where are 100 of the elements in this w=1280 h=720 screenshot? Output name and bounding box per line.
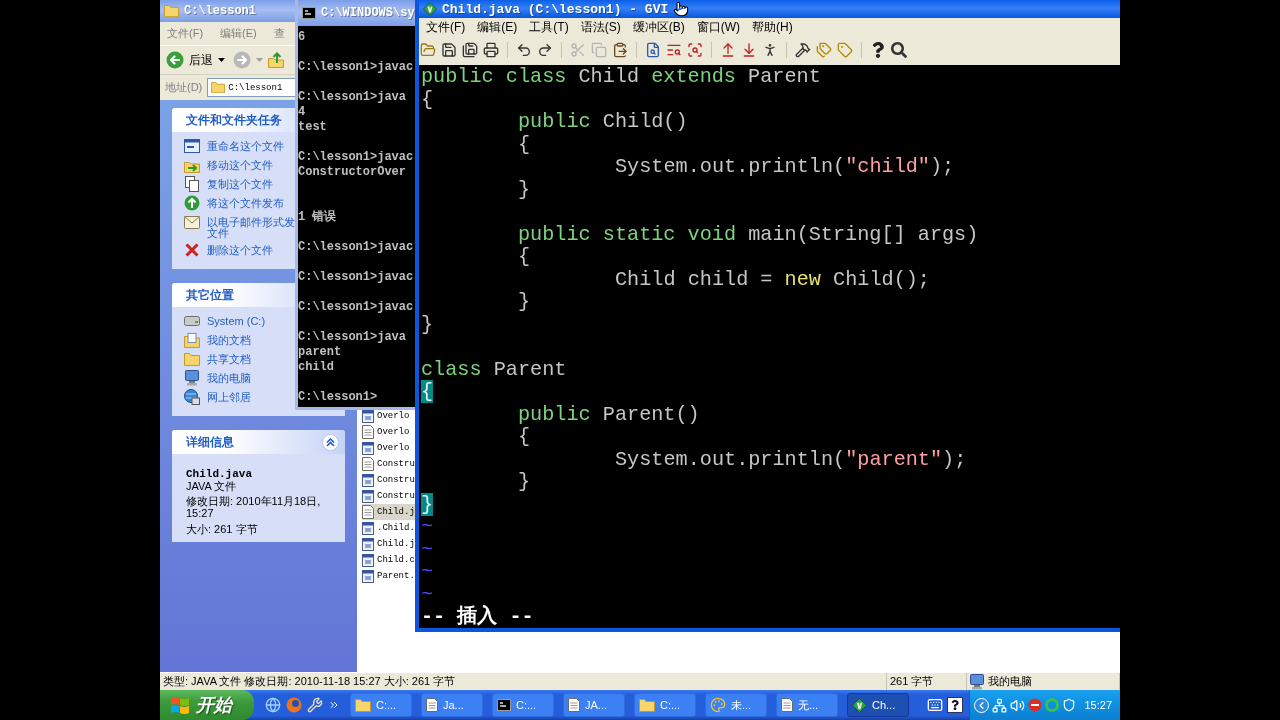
folder-icon [355, 698, 371, 712]
help-icon[interactable] [947, 697, 963, 713]
task-link[interactable]: 我的文档 [184, 330, 251, 349]
scan-search-icon[interactable] [687, 41, 703, 58]
panel-title: 文件和文件夹任务 [186, 111, 282, 129]
code-line: class Parent [421, 358, 567, 381]
console-line: ConstructorOver [298, 165, 407, 180]
file-item[interactable]: Parent. [362, 568, 416, 584]
wrench-icon[interactable] [307, 697, 323, 713]
file-item[interactable]: Overlo [362, 408, 411, 424]
network-icon[interactable] [992, 697, 1007, 713]
task-link[interactable]: System (C:) [184, 311, 266, 330]
search-icon[interactable] [891, 41, 907, 58]
console-line: parent [298, 345, 342, 360]
keyboard-icon[interactable] [927, 697, 943, 713]
tilde-marker: ~ [421, 538, 434, 561]
console-line: 4 [298, 105, 306, 120]
code-line: { [518, 426, 531, 449]
chevrons-right-icon[interactable] [328, 699, 340, 711]
taskbar-button[interactable]: C:... [492, 693, 554, 717]
task-link[interactable]: 复制这个文件 [184, 174, 273, 193]
menu-item[interactable]: 查 [273, 26, 285, 41]
task-link[interactable]: 移动这个文件 [184, 155, 273, 174]
code-line: { [518, 133, 531, 156]
file-item[interactable]: .Child. [362, 520, 416, 536]
folder-up-icon[interactable] [268, 52, 284, 68]
task-link[interactable]: 共享文档 [184, 349, 251, 368]
file-item[interactable]: Child.c [362, 552, 416, 568]
caret-icon [256, 58, 263, 62]
app-window-icon [362, 553, 374, 567]
task-link[interactable]: 网上邻居 [184, 387, 251, 406]
address-label: 地址(D) [165, 80, 203, 95]
console-line: 1 错误 [298, 210, 337, 225]
tag-icon[interactable] [837, 41, 853, 58]
start-button[interactable]: 开始 [160, 690, 254, 720]
help-icon[interactable] [870, 41, 886, 58]
file-item[interactable]: Child.j [362, 536, 416, 552]
menu-item[interactable]: 语法(S) [580, 19, 621, 36]
undo-icon[interactable] [516, 41, 532, 58]
file-search-icon[interactable] [645, 41, 661, 58]
menu-item[interactable]: 帮助(H) [752, 19, 793, 36]
up-arrow-disc-icon [184, 195, 200, 211]
menu-item[interactable]: 窗口(W) [696, 19, 740, 36]
menu-item[interactable]: 编辑(E) [477, 19, 518, 36]
console-line: 6 [298, 30, 306, 45]
taskbar-button[interactable]: 未... [705, 693, 767, 717]
back-button[interactable]: 后退 [163, 48, 228, 72]
task-link[interactable]: 以电子邮件形式发文件 [184, 212, 297, 240]
taskbar-button[interactable]: C:... [350, 693, 412, 717]
shield-icon[interactable] [1062, 698, 1076, 712]
address-field[interactable]: C:\lesson1 [207, 78, 295, 97]
globe-icon[interactable] [265, 697, 281, 713]
taskbar-button[interactable]: Ch... [847, 693, 909, 717]
taskbar-button[interactable]: JA... [563, 693, 625, 717]
printer-icon[interactable] [483, 41, 499, 58]
menu-item[interactable]: 文件(F) [426, 19, 466, 36]
collapse-button[interactable] [322, 433, 339, 451]
document-icon [781, 698, 793, 712]
file-item[interactable]: Constru [362, 488, 416, 504]
file-item[interactable]: Overlo [362, 440, 411, 456]
status-text: 我的电脑 [988, 674, 1032, 689]
hammer-icon[interactable] [795, 41, 811, 58]
file-item[interactable]: Constru [362, 472, 416, 488]
menu-item[interactable]: 文件(F) [167, 26, 204, 41]
redo-icon[interactable] [537, 41, 553, 58]
code-line: System.out.println("parent"); [615, 448, 967, 471]
taskbar-button[interactable]: C:... [634, 693, 696, 717]
clipboard-icon[interactable] [612, 41, 628, 58]
console-line: child [298, 360, 334, 375]
menu-item[interactable]: 缓冲区(B) [632, 19, 685, 36]
floppy-disks-icon[interactable] [462, 41, 478, 58]
download-arrow-icon[interactable] [741, 41, 757, 58]
menu-item[interactable]: 编辑(E) [220, 26, 257, 41]
task-link[interactable]: 将这个文件发布 [184, 193, 284, 212]
file-item[interactable]: Child.j [362, 504, 416, 520]
person-icon[interactable] [762, 41, 778, 58]
file-item[interactable]: Overlo [362, 424, 411, 440]
no-entry-icon[interactable] [1028, 698, 1042, 712]
folder-open-icon[interactable] [420, 41, 436, 58]
speaker-icon[interactable] [1010, 697, 1025, 713]
app-window-icon [362, 569, 374, 583]
document-icon [362, 425, 374, 439]
console-line: C:\lesson1> [298, 390, 378, 405]
task-link[interactable]: 删除这个文件 [184, 240, 273, 259]
code-line: } [518, 291, 531, 314]
tags-icon[interactable] [816, 41, 832, 58]
expand-tray-button[interactable] [974, 697, 989, 713]
console-line: C:\lesson1>java [298, 90, 407, 105]
menu-item[interactable]: 工具(T) [529, 19, 569, 36]
file-item[interactable]: Constru [362, 456, 416, 472]
taskbar-button[interactable]: Ja... [421, 693, 483, 717]
console-line: C:\lesson1>javac [298, 240, 414, 255]
code-line: public class Child extends Parent [421, 66, 821, 89]
code-line: public static void main(String[] args) [518, 223, 979, 246]
ball-icon[interactable] [286, 697, 302, 713]
task-link[interactable]: 我的电脑 [184, 368, 251, 387]
x-mark-icon [185, 243, 199, 257]
computer-icon [970, 673, 984, 690]
taskbar-button[interactable]: 无... [776, 693, 838, 717]
task-link[interactable]: 重命名这个文件 [184, 136, 284, 155]
